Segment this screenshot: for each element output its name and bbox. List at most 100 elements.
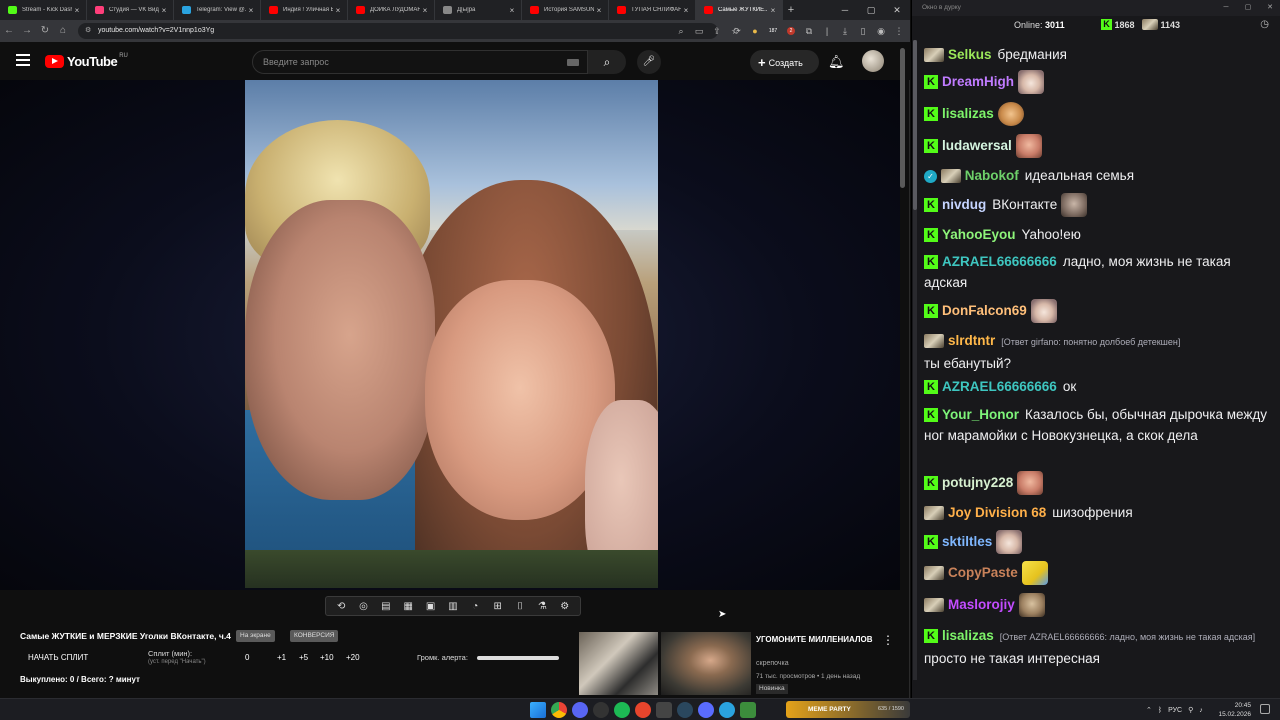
extension-icon[interactable]: ⟳	[728, 26, 746, 37]
clock[interactable]: 20:45 15.02.2026	[1211, 701, 1251, 719]
spotify-icon[interactable]	[614, 702, 630, 718]
audio-icon[interactable]: ◎	[355, 601, 373, 612]
rec-channel[interactable]: скрепочка	[756, 660, 789, 667]
close-icon[interactable]: ✕	[884, 0, 910, 20]
cast-icon[interactable]: ▭	[690, 26, 708, 37]
close-tab-icon[interactable]: ×	[681, 6, 691, 15]
chat-scrollbar[interactable]	[913, 40, 917, 680]
voice-search-button[interactable]: 🎤︎	[637, 50, 661, 74]
reply-context[interactable]: [Ответ girfano: понятно долбоеб детекшен…	[1001, 337, 1180, 347]
screenshot-icon[interactable]: ⌷	[511, 601, 529, 612]
chat-username[interactable]: DreamHigh	[942, 74, 1014, 89]
extension-icon[interactable]: ●	[746, 26, 764, 36]
site-info-icon[interactable]: ⚙	[85, 23, 91, 39]
network-icon[interactable]: ⚲	[1188, 706, 1193, 714]
forward-icon[interactable]: →	[18, 20, 36, 42]
video-thumbnail[interactable]	[661, 632, 751, 695]
close-tab-icon[interactable]: ×	[594, 6, 604, 15]
chat-username[interactable]: Your_Honor	[942, 407, 1019, 422]
close-tab-icon[interactable]: ×	[159, 6, 169, 15]
tab[interactable]: Telegram: View @... ×	[174, 0, 261, 20]
start-split-button[interactable]: НАЧАТЬ СПЛИТ	[28, 653, 88, 662]
scrollbar-thumb[interactable]	[913, 40, 917, 210]
tab-active[interactable]: Самые ЖУТКИЕ... ×	[696, 0, 783, 20]
rec-video-title[interactable]: УГОМОНИТЕ МИЛЛЕНИАЛОВ	[756, 634, 876, 646]
split-value-button[interactable]: +1	[277, 653, 286, 662]
chat-username[interactable]: lisalizas	[942, 106, 994, 121]
lang-indicator[interactable]: РУС	[1168, 707, 1182, 714]
chat-username[interactable]: Maslorojiy	[948, 597, 1015, 612]
menu-icon[interactable]: ⋮	[890, 26, 908, 37]
close-tab-icon[interactable]: ×	[246, 6, 256, 15]
split-value-button[interactable]: +20	[346, 653, 360, 662]
close-icon[interactable]: ✕	[1259, 0, 1280, 16]
zoom-icon[interactable]: ⌕	[672, 26, 690, 37]
meme-party-widget[interactable]: MEME PARTY 635 / 1590	[786, 701, 910, 718]
status-pill[interactable]: КОНВЕРСИЯ	[290, 630, 339, 642]
chat-username[interactable]: sktiltles	[942, 534, 992, 549]
chevron-up-icon[interactable]: ⌃	[1146, 706, 1152, 714]
tab[interactable]: ДОЙКА ЛУДОМАН...×	[348, 0, 435, 20]
split-value-button[interactable]: 0	[245, 653, 249, 662]
new-tab-button[interactable]: +	[783, 0, 799, 20]
close-tab-icon[interactable]: ×	[507, 6, 517, 15]
gear-icon[interactable]: ⚙	[556, 601, 574, 612]
tab[interactable]: Stream - Kick Dash ×	[0, 0, 87, 20]
app-icon[interactable]	[656, 702, 672, 718]
reload-icon[interactable]: ↻	[36, 20, 54, 42]
search-input[interactable]: Введите запрос	[252, 50, 588, 74]
chat-username[interactable]: lisalizas	[942, 628, 994, 643]
url-field[interactable]: ⚙ youtube.com/watch?v=2V1nnp1o3Yg	[78, 23, 718, 39]
share-icon[interactable]: ⇪	[708, 26, 726, 37]
chat-username[interactable]: slrdtntr	[948, 333, 995, 348]
more-icon[interactable]: ⋮	[882, 633, 894, 647]
create-button[interactable]: + Создать	[750, 50, 819, 74]
chat-username[interactable]: potujny228	[942, 475, 1013, 490]
home-icon[interactable]: ⌂	[54, 20, 72, 42]
app-icon[interactable]	[635, 702, 651, 718]
split-value-button[interactable]: +5	[299, 653, 308, 662]
download-icon[interactable]: ⤓	[836, 26, 854, 37]
extension-badge[interactable]: 2	[787, 27, 795, 35]
tab[interactable]: Индия ! Уличная Е...×	[261, 0, 348, 20]
youtube-logo[interactable]: YouTube RU	[45, 53, 128, 69]
app-icon[interactable]	[572, 702, 588, 718]
profile-icon[interactable]: ◉	[872, 26, 890, 37]
notifications-icon[interactable]: 🔔︎	[828, 54, 845, 70]
maximize-icon[interactable]: ▢	[858, 0, 884, 20]
flask-icon[interactable]: ⚗	[533, 601, 551, 612]
speed-icon[interactable]: ◔	[466, 601, 484, 612]
chrome-icon[interactable]	[551, 702, 567, 718]
chat-username[interactable]: Joy Division 68	[948, 505, 1046, 520]
chat-username[interactable]: nivdug	[942, 197, 986, 212]
search-button[interactable]: ⌕	[588, 50, 626, 74]
chat-username[interactable]: Selkus	[948, 47, 992, 62]
app-icon[interactable]	[593, 702, 609, 718]
volume-icon[interactable]: ♪	[1199, 707, 1203, 714]
close-tab-icon[interactable]: ×	[768, 6, 778, 15]
start-icon[interactable]	[530, 702, 546, 718]
sidepanel-icon[interactable]: ▯	[854, 26, 872, 37]
menu-icon[interactable]	[16, 54, 30, 66]
minimize-icon[interactable]: ─	[1215, 0, 1237, 16]
puzzle-icon[interactable]: ⧉	[800, 26, 818, 37]
scrollbar-thumb[interactable]	[900, 48, 905, 188]
chat-username[interactable]: AZRAEL66666666	[942, 254, 1057, 269]
telegram-icon[interactable]	[719, 702, 735, 718]
maximize-icon[interactable]: ▢	[1237, 0, 1259, 16]
notifications-icon[interactable]	[1260, 704, 1270, 714]
settings-icon[interactable]: ◷	[1260, 19, 1269, 30]
avatar[interactable]	[862, 50, 884, 72]
playlist-icon[interactable]: ▤	[377, 601, 395, 612]
bluetooth-icon[interactable]: ᛒ	[1158, 707, 1162, 714]
minimize-icon[interactable]: ─	[832, 0, 858, 20]
close-tab-icon[interactable]: ×	[72, 6, 82, 15]
cinema-icon[interactable]: ▥	[444, 601, 462, 612]
app-icon[interactable]	[740, 702, 756, 718]
clip-icon[interactable]: ▦	[399, 601, 417, 612]
chat-username[interactable]: CopyPaste	[948, 565, 1018, 580]
close-tab-icon[interactable]: ×	[333, 6, 343, 15]
chat-username[interactable]: Nabokof	[965, 168, 1019, 183]
extension-badge[interactable]: 187	[764, 28, 782, 34]
keyboard-icon[interactable]	[567, 59, 579, 66]
